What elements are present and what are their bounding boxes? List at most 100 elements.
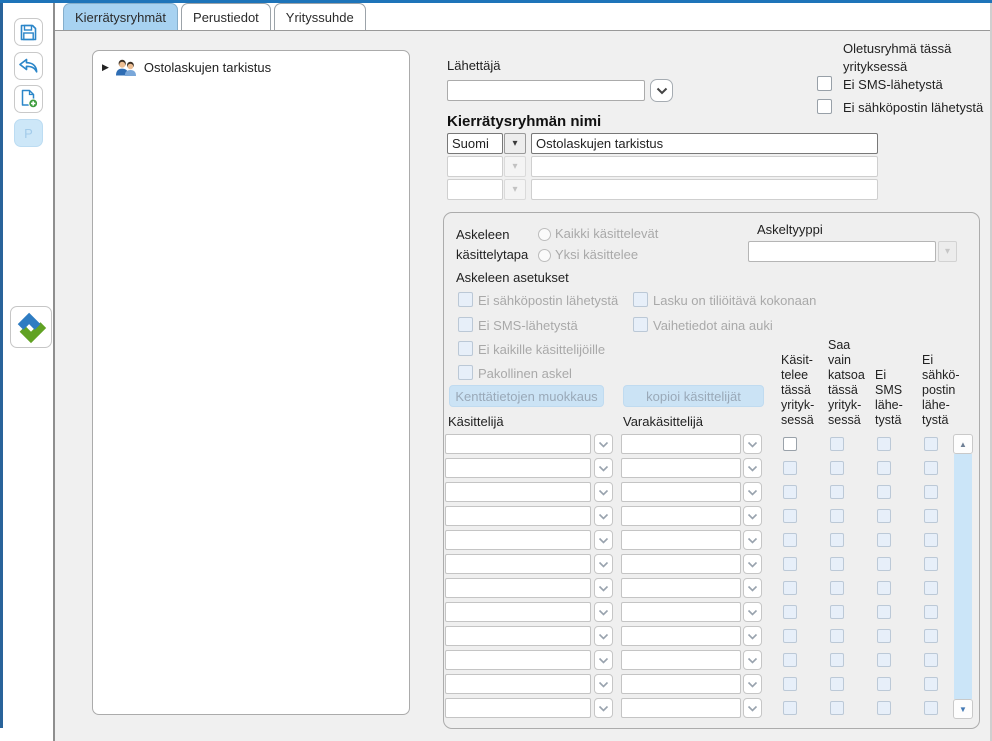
handler-dropdown-button[interactable]: [594, 530, 613, 550]
handler-dropdown-button[interactable]: [594, 626, 613, 646]
deputy-dropdown-button[interactable]: [743, 674, 762, 694]
deputy-input[interactable]: [621, 482, 741, 502]
deputy-input[interactable]: [621, 458, 741, 478]
step-type-label: Askeltyyppi: [757, 222, 823, 237]
scroll-down-button[interactable]: ▼: [953, 699, 973, 719]
no-email-checkbox: [924, 629, 938, 643]
p-button: P: [14, 119, 43, 147]
tab[interactable]: Kierrätysryhmät: [63, 3, 179, 30]
handler-dropdown-button[interactable]: [594, 578, 613, 598]
deputy-input[interactable]: [621, 554, 741, 574]
handler-dropdown-button[interactable]: [594, 602, 613, 622]
sender-dropdown-button[interactable]: [650, 79, 673, 102]
copy-handlers-button[interactable]: kopioi käsittelijät: [623, 385, 764, 407]
deputy-dropdown-button[interactable]: [743, 554, 762, 574]
no-sms-checkbox[interactable]: [817, 76, 832, 91]
language-select[interactable]: Suomi: [447, 133, 503, 154]
handler-dropdown-button[interactable]: [594, 434, 613, 454]
deputy-input[interactable]: [621, 650, 741, 670]
handler-dropdown-button[interactable]: [594, 650, 613, 670]
group-name-input[interactable]: [531, 133, 878, 154]
language-dropdown-button[interactable]: ▾: [504, 133, 526, 154]
deputy-dropdown-button[interactable]: [743, 578, 762, 598]
deputy-dropdown-button[interactable]: [743, 458, 762, 478]
deputy-dropdown-button[interactable]: [743, 650, 762, 670]
no-email-column-header: Ei sähkö- postin lähe- tystä: [922, 353, 960, 427]
chevron-down-icon: [598, 537, 609, 544]
handler-dropdown-button[interactable]: [594, 506, 613, 526]
deputy-dropdown-button[interactable]: [743, 602, 762, 622]
chevron-down-icon: [747, 633, 758, 640]
deputy-dropdown-button[interactable]: [743, 626, 762, 646]
chevron-down-icon: [598, 561, 609, 568]
deputy-input[interactable]: [621, 602, 741, 622]
handler-input[interactable]: [445, 458, 591, 478]
handler-dropdown-button[interactable]: [594, 458, 613, 478]
tree-expand-caret-icon[interactable]: ▶: [102, 62, 109, 73]
one-handles-radio-label: Yksi käsittelee: [555, 247, 639, 262]
deputy-input[interactable]: [621, 674, 741, 694]
deputy-input[interactable]: [621, 530, 741, 550]
no-email-checkbox[interactable]: [817, 99, 832, 114]
handler-input[interactable]: [445, 650, 591, 670]
handler-input[interactable]: [445, 602, 591, 622]
tab-bar: Kierrätysryhmät Perustiedot Yrityssuhde: [55, 3, 992, 31]
sender-input[interactable]: [447, 80, 645, 101]
chevron-down-icon: [747, 561, 758, 568]
one-handles-radio: [538, 249, 551, 262]
handler-table-row: [445, 554, 953, 578]
deputy-dropdown-button[interactable]: [743, 434, 762, 454]
deputy-dropdown-button[interactable]: [743, 506, 762, 526]
chevron-down-icon: [598, 489, 609, 496]
handler-input[interactable]: [445, 626, 591, 646]
view-only-in-company-checkbox: [830, 701, 844, 715]
handler-input[interactable]: [445, 530, 591, 550]
field-info-edit-button[interactable]: Kenttätietojen muokkaus: [449, 385, 604, 407]
no-sms-checkbox: [877, 485, 891, 499]
handler-input[interactable]: [445, 578, 591, 598]
chevron-down-icon: [747, 537, 758, 544]
invoice-fully-posted-checkbox: [633, 292, 648, 307]
no-email-checkbox: [924, 557, 938, 571]
language-select: [447, 179, 503, 200]
handler-input[interactable]: [445, 698, 591, 718]
save-button[interactable]: [14, 18, 43, 46]
handler-input[interactable]: [445, 506, 591, 526]
handler-table-scrollbar[interactable]: ▲ ▼: [953, 434, 973, 719]
handles-in-company-checkbox: [783, 701, 797, 715]
no-sms-checkbox: [877, 509, 891, 523]
deputy-dropdown-button[interactable]: [743, 482, 762, 502]
undo-button[interactable]: [14, 52, 43, 80]
group-name-input: [531, 179, 878, 200]
handler-table-row: [445, 674, 953, 698]
handler-table-row: [445, 578, 953, 602]
invoice-fully-posted-label: Lasku on tiliöitävä kokonaan: [653, 293, 817, 308]
handler-input[interactable]: [445, 554, 591, 574]
deputy-input[interactable]: [621, 578, 741, 598]
deputy-input[interactable]: [621, 698, 741, 718]
handles-in-company-checkbox[interactable]: [783, 437, 797, 451]
handler-dropdown-button[interactable]: [594, 554, 613, 574]
deputy-input[interactable]: [621, 506, 741, 526]
deputy-input[interactable]: [621, 626, 741, 646]
chevron-down-icon: ▾: [512, 183, 518, 195]
tab[interactable]: Yrityssuhde: [273, 3, 366, 30]
tree-item-ostolaskujen-tarkistus[interactable]: ▶ Ostolaskujen tarkistus: [102, 59, 271, 76]
chevron-down-icon: [747, 681, 758, 688]
tab[interactable]: Perustiedot: [181, 3, 271, 30]
handler-table-row: [445, 458, 953, 482]
chevron-down-icon: [598, 441, 609, 448]
handler-input[interactable]: [445, 482, 591, 502]
deputy-dropdown-button[interactable]: [743, 698, 762, 718]
handler-dropdown-button[interactable]: [594, 674, 613, 694]
new-document-button[interactable]: [14, 85, 43, 113]
scrollbar-track[interactable]: [954, 454, 972, 699]
scroll-up-button[interactable]: ▲: [953, 434, 973, 454]
handler-dropdown-button[interactable]: [594, 698, 613, 718]
handler-dropdown-button[interactable]: [594, 482, 613, 502]
deputy-input[interactable]: [621, 434, 741, 454]
handler-input[interactable]: [445, 674, 591, 694]
chevron-down-icon: [598, 633, 609, 640]
deputy-dropdown-button[interactable]: [743, 530, 762, 550]
handler-input[interactable]: [445, 434, 591, 454]
